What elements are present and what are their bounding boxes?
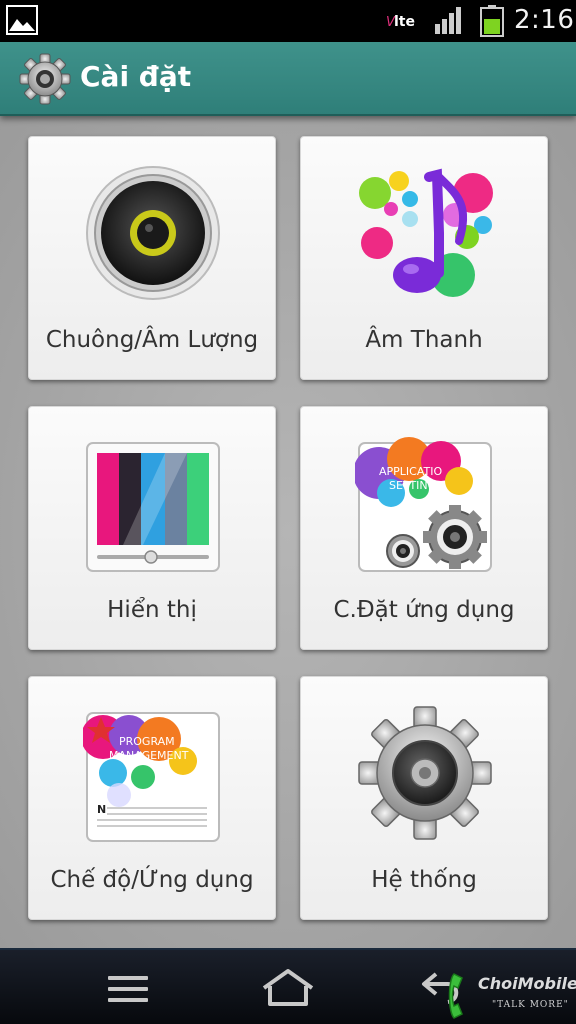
battery-icon: [480, 5, 504, 37]
watermark-brand: ChoiMobile: [478, 974, 576, 993]
application-settings-icon: APPLICATIO SETTINGS: [355, 437, 492, 572]
svg-text:lte: lte: [394, 14, 415, 30]
svg-text:PROGRAM: PROGRAM: [119, 735, 175, 748]
tile-sound[interactable]: Âm Thanh: [300, 136, 548, 380]
svg-text:N: N: [97, 803, 106, 816]
svg-text:MANAGEMENT: MANAGEMENT: [109, 749, 189, 762]
watermark: ChoiMobile "TALK MORE": [446, 968, 576, 1024]
settings-grid: Chuông/Âm Lượng Âm Thanh Hiển thị APPLIC…: [0, 116, 576, 948]
tile-display[interactable]: Hiển thị: [28, 406, 276, 650]
action-bar: Cài đặt: [0, 42, 576, 116]
tile-ringtone-volume[interactable]: Chuông/Âm Lượng: [28, 136, 276, 380]
tile-label: Chuông/Âm Lượng: [45, 327, 259, 353]
system-gear-icon: [358, 706, 492, 840]
music-note-icon: [359, 168, 493, 297]
gallery-icon[interactable]: [6, 5, 38, 35]
speaker-icon: [86, 166, 220, 300]
menu-icon[interactable]: [106, 974, 150, 1004]
svg-text:SETTINGS: SETTINGS: [389, 479, 443, 492]
tile-system[interactable]: Hệ thống: [300, 676, 548, 920]
signal-icon: [435, 7, 461, 34]
program-management-icon: PROGRAM MANAGEMENT N: [83, 712, 220, 842]
status-time: 2:16: [514, 5, 575, 35]
settings-gear-icon[interactable]: [18, 52, 72, 106]
display-icon: [86, 442, 220, 572]
tile-label: C.Đặt ứng dụng: [333, 597, 515, 623]
watermark-tagline: "TALK MORE": [492, 1000, 569, 1010]
volte-icon: V lte: [386, 14, 415, 30]
home-icon[interactable]: [260, 968, 316, 1008]
phone-handset-icon: [448, 973, 463, 1019]
tile-label: Hiển thị: [107, 597, 197, 623]
status-bar: V lte 2:16: [0, 0, 576, 42]
svg-text:APPLICATIO: APPLICATIO: [379, 465, 442, 478]
tile-program-management[interactable]: PROGRAM MANAGEMENT N Chế độ/Ứng dụng: [28, 676, 276, 920]
page-title: Cài đặt: [80, 60, 192, 93]
tile-label: Âm Thanh: [365, 327, 483, 353]
tile-application-settings[interactable]: APPLICATIO SETTINGS C.Đặt ứng dụng: [300, 406, 548, 650]
tile-label: Hệ thống: [371, 867, 477, 893]
tile-label: Chế độ/Ứng dụng: [50, 867, 254, 893]
